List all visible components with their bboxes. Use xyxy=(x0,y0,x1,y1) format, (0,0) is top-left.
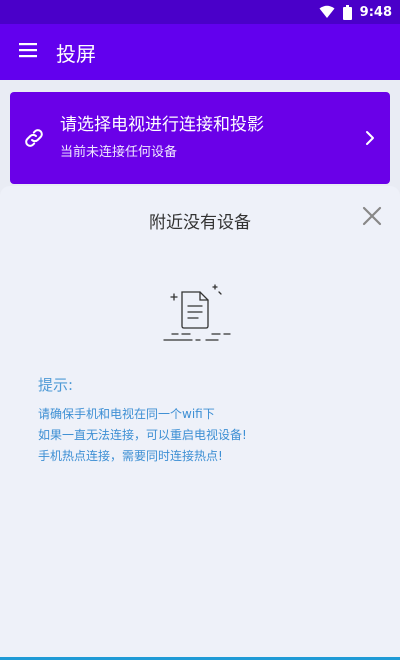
tip-line: 手机热点连接，需要同时连接热点! xyxy=(38,449,223,463)
tips-list: 请确保手机和电视在同一个wifi下 如果一直无法连接，可以重启电视设备! 手机热… xyxy=(38,404,247,467)
connect-card-subtitle: 当前未连接任何设备 xyxy=(60,145,178,160)
menu-icon xyxy=(18,42,38,62)
sheet-title: 附近没有设备 xyxy=(149,213,251,233)
battery-icon xyxy=(342,4,352,20)
connect-tv-card[interactable]: 请选择电视进行连接和投影 当前未连接任何设备 xyxy=(10,92,390,184)
status-bar: 9:48 xyxy=(0,0,400,24)
status-time: 9:48 xyxy=(359,4,392,20)
wifi-icon xyxy=(319,5,335,19)
tips-heading: 提示: xyxy=(38,376,74,394)
close-button[interactable] xyxy=(360,204,384,228)
link-icon xyxy=(12,126,56,150)
connect-card-title: 请选择电视进行连接和投影 xyxy=(60,115,264,135)
chevron-right-icon xyxy=(350,130,390,146)
menu-button[interactable] xyxy=(0,24,56,80)
page-title: 投屏 xyxy=(56,41,96,66)
close-icon xyxy=(360,206,384,232)
empty-document-icon xyxy=(160,280,242,354)
tip-line: 请确保手机和电视在同一个wifi下 xyxy=(38,407,215,421)
nearby-devices-sheet: 附近没有设备 提示: 请确保手机和电视在同一个wifi下 如果一直无法连接，可以… xyxy=(0,186,400,660)
tip-line: 如果一直无法连接，可以重启电视设备! xyxy=(38,428,247,442)
app-bar: 投屏 xyxy=(0,24,400,80)
